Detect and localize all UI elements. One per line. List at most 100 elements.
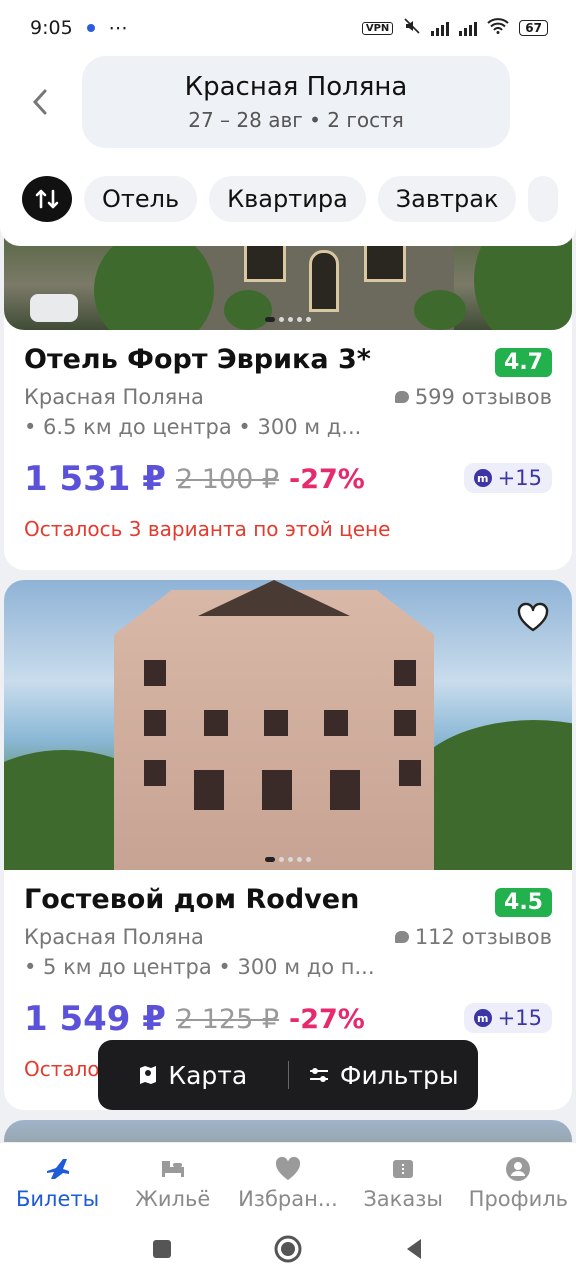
- photo-window: [144, 660, 166, 686]
- old-price: 2 125 ₽: [175, 1003, 280, 1035]
- nav-orders[interactable]: Заказы: [346, 1143, 461, 1211]
- battery-indicator: 67: [519, 20, 548, 36]
- nav-favorites[interactable]: Избран...: [230, 1143, 345, 1211]
- home-button[interactable]: [273, 1234, 303, 1268]
- mute-icon: [403, 17, 421, 39]
- photo-tree: [154, 290, 204, 330]
- back-button[interactable]: [22, 84, 58, 120]
- nav-label: Заказы: [363, 1187, 443, 1211]
- photo-window: [194, 770, 224, 810]
- current-price: 1 549 ₽: [24, 999, 166, 1039]
- bonus-points-icon: m: [473, 469, 492, 487]
- photo-pager: [265, 857, 311, 862]
- heart-outline-icon: [517, 602, 549, 632]
- filter-chips: Отель Квартира Завтрак: [22, 176, 576, 222]
- photo-window: [330, 770, 360, 810]
- system-navigation: [0, 1222, 576, 1280]
- notification-dot-icon: [86, 24, 95, 32]
- discount-badge: -27%: [289, 463, 365, 495]
- signal-icon-2: [459, 20, 478, 36]
- back-system-button[interactable]: [403, 1237, 425, 1265]
- favorite-button[interactable]: [514, 598, 552, 636]
- filters-label: Фильтры: [339, 1060, 459, 1090]
- reviews-count[interactable]: 599 отзывов: [394, 385, 552, 409]
- reviews-label: 599 отзывов: [414, 385, 552, 409]
- nav-tickets[interactable]: Билеты: [0, 1143, 115, 1211]
- photo-window: [204, 710, 228, 736]
- photo-window: [399, 760, 421, 786]
- recent-apps-button[interactable]: [151, 1238, 173, 1264]
- nav-profile[interactable]: Профиль: [461, 1143, 576, 1211]
- chevron-left-icon: [32, 89, 47, 115]
- photo-window: [144, 710, 166, 736]
- chip-more[interactable]: [528, 176, 559, 222]
- hotel-location: Красная Поляна: [24, 925, 204, 949]
- search-header: Красная Поляна 27 – 28 авг • 2 гостя Оте…: [0, 56, 576, 246]
- comment-icon: [394, 391, 409, 403]
- destination-title: Красная Поляна: [184, 72, 408, 102]
- reviews-count[interactable]: 112 отзывов: [394, 925, 552, 949]
- profile-icon: [506, 1157, 531, 1181]
- ticket-icon: [393, 1160, 414, 1178]
- bonus-points-icon: m: [473, 1009, 492, 1027]
- reviews-label: 112 отзывов: [414, 925, 552, 949]
- square-icon: [153, 1240, 171, 1258]
- hotel-name: Гостевой дом Rodven: [24, 884, 360, 915]
- bonus-badge[interactable]: m +15: [463, 463, 552, 493]
- current-price: 1 531 ₽: [24, 459, 166, 499]
- chip-hotel[interactable]: Отель: [84, 176, 198, 222]
- rating-badge: 4.7: [495, 348, 552, 377]
- nav-housing[interactable]: Жильё: [115, 1143, 230, 1211]
- heart-icon: [275, 1156, 301, 1180]
- photo-window: [262, 770, 292, 810]
- map-filter-bar: Карта Фильтры: [98, 1040, 478, 1110]
- photo-window: [394, 710, 416, 736]
- hotel-card[interactable]: Гостевой дом Rodven 4.5 Красная Поляна 1…: [4, 580, 572, 1110]
- photo-window: [394, 660, 416, 686]
- chip-breakfast[interactable]: Завтрак: [377, 176, 517, 222]
- status-time: 9:05: [30, 17, 73, 39]
- photo-pager: [265, 317, 311, 322]
- triangle-back-icon: [407, 1239, 421, 1259]
- hotel-photo[interactable]: [4, 580, 572, 870]
- hotel-location: Красная Поляна: [24, 385, 204, 409]
- hotel-distance: • 5 км до центра • 300 м до п...: [24, 955, 375, 979]
- filters-button[interactable]: Фильтры: [289, 1040, 479, 1110]
- bed-icon: [161, 1161, 184, 1177]
- map-label: Карта: [168, 1060, 248, 1090]
- bottom-navigation: Билеты Жильё Избран... Заказы Профиль: [0, 1142, 576, 1222]
- vpn-badge: VPN: [361, 21, 394, 35]
- bonus-value: +15: [497, 1006, 542, 1030]
- photo-window: [264, 710, 288, 736]
- wifi-icon: [487, 18, 509, 38]
- hotel-name: Отель Форт Эврика 3*: [24, 344, 371, 375]
- sort-button[interactable]: [22, 176, 72, 222]
- old-price: 2 100 ₽: [175, 463, 280, 495]
- photo-car: [30, 294, 78, 322]
- nav-label: Профиль: [468, 1187, 569, 1211]
- bonus-value: +15: [497, 466, 542, 490]
- sliders-icon: [309, 1068, 328, 1082]
- hotel-info: Отель Форт Эврика 3* 4.7 Красная Поляна …: [4, 330, 572, 541]
- signal-icon: [431, 20, 450, 36]
- plane-icon: [46, 1159, 69, 1179]
- search-summary[interactable]: Красная Поляна 27 – 28 авг • 2 гостя: [82, 56, 510, 148]
- nav-label: Билеты: [15, 1187, 100, 1211]
- circle-icon: [274, 1235, 302, 1263]
- hotel-distance: • 6.5 км до центра • 300 м д...: [24, 415, 362, 439]
- chip-apartment[interactable]: Квартира: [209, 176, 366, 222]
- bonus-badge[interactable]: m +15: [463, 1003, 552, 1033]
- comment-icon: [394, 931, 409, 943]
- map-button[interactable]: Карта: [98, 1040, 288, 1110]
- photo-door: [309, 250, 339, 312]
- status-bar: 9:05 ⋯ VPN 67: [0, 0, 576, 56]
- photo-window: [324, 710, 348, 736]
- dates-guests: 27 – 28 авг • 2 гостя: [188, 108, 404, 132]
- photo-window: [144, 760, 166, 786]
- map-pin-icon: [140, 1066, 157, 1084]
- availability-note: Осталось 3 варианта по этой цене: [24, 517, 391, 541]
- nav-label: Жильё: [135, 1187, 211, 1211]
- more-notifications-icon: ⋯: [108, 17, 128, 39]
- photo-tree: [414, 290, 466, 330]
- discount-badge: -27%: [289, 1003, 365, 1035]
